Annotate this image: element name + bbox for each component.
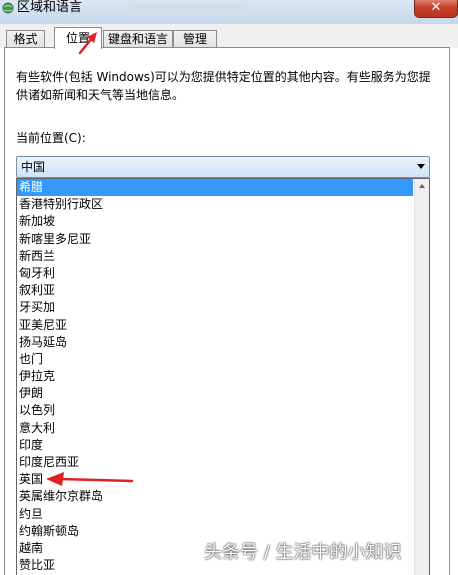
list-item[interactable]: 伊朗 [17, 385, 413, 402]
list-item[interactable]: 意大利 [17, 420, 413, 437]
list-item[interactable]: 新喀里多尼亚 [17, 231, 413, 248]
watermark: 头条号 / 生活中的小知识 [204, 542, 402, 563]
location-options: 希腊 香港特别行政区 新加坡 新喀里多尼亚 新西兰 匈牙利 叙利亚 牙买加 亚美… [17, 179, 413, 574]
list-item[interactable]: 约翰斯顿岛 [17, 523, 413, 540]
list-item[interactable]: 亚美尼亚 [17, 317, 413, 334]
list-item[interactable]: 英属维尔京群岛 [17, 488, 413, 505]
list-item[interactable]: 新西兰 [17, 248, 413, 265]
title-bar: 区域和语言 ✕ [0, 0, 458, 24]
list-item[interactable]: 希腊 [17, 179, 413, 197]
blurred-title-region [128, 3, 248, 15]
list-item[interactable]: 叙利亚 [17, 282, 413, 299]
location-dropdown-list[interactable]: 希腊 香港特别行政区 新加坡 新喀里多尼亚 新西兰 匈牙利 叙利亚 牙买加 亚美… [16, 178, 430, 575]
list-item[interactable]: 匈牙利 [17, 265, 413, 282]
list-item[interactable]: 伊拉克 [17, 368, 413, 385]
tab-administrative[interactable]: 管理 [173, 30, 217, 47]
dropdown-arrow-icon[interactable] [417, 164, 425, 169]
list-item[interactable]: 以色列 [17, 402, 413, 419]
list-item[interactable]: 印度尼西亚 [17, 454, 413, 471]
list-item[interactable]: 香港特别行政区 [17, 196, 413, 213]
close-button[interactable]: ✕ [414, 0, 458, 18]
annotation-arrow-uk [46, 472, 134, 486]
globe-icon [2, 2, 14, 14]
annotation-arrow-tab [78, 32, 97, 54]
current-location-value: 中国 [21, 160, 46, 174]
list-item[interactable]: 也门 [17, 351, 413, 368]
dropdown-scrollbar[interactable] [414, 179, 429, 575]
list-item[interactable]: 新加坡 [17, 213, 413, 230]
list-item[interactable]: 印度 [17, 437, 413, 454]
list-item[interactable]: 约旦 [17, 506, 413, 523]
list-item[interactable]: 扬马延岛 [17, 334, 413, 351]
scroll-up-arrow-icon[interactable] [415, 179, 429, 195]
current-location-label: 当前位置(C): [16, 131, 86, 145]
tab-format[interactable]: 格式 [6, 30, 45, 47]
location-description: 有些软件(包括 Windows)可以为您提供特定位置的其他内容。有些服务为您提供… [16, 70, 431, 102]
window-title: 区域和语言 [17, 0, 83, 15]
list-item[interactable]: 牙买加 [17, 299, 413, 316]
current-location-select[interactable]: 中国 [16, 156, 430, 178]
tab-keyboards-languages[interactable]: 键盘和语言 [103, 30, 173, 47]
